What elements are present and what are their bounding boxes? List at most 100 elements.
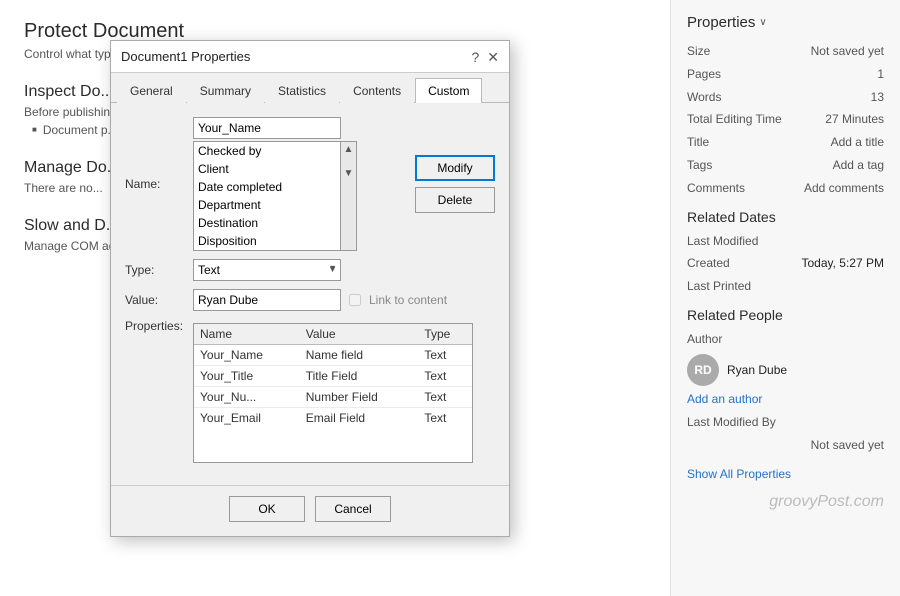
cell-value: Email Field — [300, 408, 419, 429]
listbox-scrollbar[interactable]: ▲ ▼ — [341, 141, 357, 251]
properties-title: Properties ∨ — [687, 14, 884, 31]
type-select-wrap: Text Date Number Yes or no ▼ — [193, 259, 341, 281]
last-modified-by-row: Last Modified By — [687, 414, 884, 431]
props-table: Name Value Type Your_NameName fieldTextY… — [194, 324, 472, 428]
col-header-name: Name — [194, 324, 300, 345]
list-item[interactable]: Checked by — [194, 142, 340, 160]
dialog: Document1 Properties ? ✕ General Summary… — [110, 40, 510, 537]
modify-button[interactable]: Modify — [415, 155, 495, 181]
property-label: Total Editing Time — [687, 111, 782, 128]
last-modified-by-value: Not saved yet — [687, 437, 884, 454]
related-dates-rows: Last Modified CreatedToday, 5:27 PM Last P… — [687, 233, 884, 295]
list-item[interactable]: Department — [194, 196, 340, 214]
property-row: CommentsAdd comments — [687, 180, 884, 197]
cell-name: Your_Nu... — [194, 387, 300, 408]
tab-summary[interactable]: Summary — [187, 78, 264, 103]
cell-type: Text — [418, 345, 472, 366]
property-row: Words13 — [687, 89, 884, 106]
table-row[interactable]: Your_TitleTitle FieldText — [194, 366, 472, 387]
dialog-body: Name: Checked by Client Date completed D… — [111, 103, 509, 485]
cell-type: Text — [418, 408, 472, 429]
property-label: Size — [687, 43, 767, 60]
cell-value: Title Field — [300, 366, 419, 387]
author-row: RD Ryan Dube — [687, 354, 884, 386]
type-select[interactable]: Text Date Number Yes or no — [193, 259, 341, 281]
property-value: 1 — [767, 66, 884, 83]
property-row: SizeNot saved yet — [687, 43, 884, 60]
tab-contents[interactable]: Contents — [340, 78, 414, 103]
tab-general[interactable]: General — [117, 78, 186, 103]
property-label: Pages — [687, 66, 767, 83]
show-all-properties-link[interactable]: Show All Properties — [687, 467, 884, 481]
table-row[interactable]: Your_EmailEmail FieldText — [194, 408, 472, 429]
scroll-down-icon[interactable]: ▼ — [344, 166, 354, 182]
property-value: 13 — [767, 89, 884, 106]
value-row: Value: Link to content — [125, 289, 495, 311]
last-modified-by-label: Last Modified By — [687, 414, 776, 431]
last-modified-by-value-row: Not saved yet — [687, 437, 884, 454]
property-value: Not saved yet — [767, 43, 884, 60]
table-row[interactable]: Your_NameName fieldText — [194, 345, 472, 366]
related-date-value — [772, 233, 884, 250]
property-row: Pages1 — [687, 66, 884, 83]
type-row: Type: Text Date Number Yes or no ▼ — [125, 259, 495, 281]
value-input[interactable] — [193, 289, 341, 311]
cell-type: Text — [418, 387, 472, 408]
table-row[interactable]: Your_Nu...Number FieldText — [194, 387, 472, 408]
author-label-row: Author — [687, 331, 884, 348]
author-name: Ryan Dube — [727, 363, 787, 377]
dialog-close-button[interactable]: ✕ — [487, 50, 499, 64]
cell-name: Your_Email — [194, 408, 300, 429]
cell-value: Number Field — [300, 387, 419, 408]
dialog-help-button[interactable]: ? — [471, 50, 479, 64]
related-date-label: Last Printed — [687, 278, 772, 295]
name-listbox-wrap: Checked by Client Date completed Departm… — [193, 141, 405, 251]
property-value: Add a tag — [767, 157, 884, 174]
list-item[interactable]: Date completed — [194, 178, 340, 196]
related-dates-title: Related Dates — [687, 209, 884, 225]
cell-name: Your_Title — [194, 366, 300, 387]
cell-name: Your_Name — [194, 345, 300, 366]
col-header-value: Value — [300, 324, 419, 345]
tab-statistics[interactable]: Statistics — [265, 78, 339, 103]
list-item[interactable]: Disposition — [194, 232, 340, 250]
property-label: Comments — [687, 180, 767, 197]
chevron-icon: ∨ — [759, 17, 766, 28]
related-date-row: Last Printed — [687, 278, 884, 295]
props-row: Properties: Name Value Type Your_NameNam… — [125, 319, 495, 463]
list-item[interactable]: Client — [194, 160, 340, 178]
list-item[interactable]: Destination — [194, 214, 340, 232]
link-to-content-checkbox[interactable] — [349, 294, 361, 306]
left-panel: Protect Document Control what types of c… — [0, 0, 670, 596]
properties-rows: SizeNot saved yetPages1Words13Total Edit… — [687, 43, 884, 197]
delete-button[interactable]: Delete — [415, 187, 495, 213]
add-author-link[interactable]: Add an author — [687, 392, 884, 406]
dialog-title-buttons: ? ✕ — [471, 50, 499, 64]
related-date-value — [772, 278, 884, 295]
name-row: Name: Checked by Client Date completed D… — [125, 117, 495, 251]
property-label: Title — [687, 134, 767, 151]
action-buttons: Modify Delete — [415, 155, 495, 213]
scroll-up-icon[interactable]: ▲ — [344, 142, 354, 158]
properties-title-text: Properties — [687, 14, 755, 31]
name-control-area: Checked by Client Date completed Departm… — [193, 117, 405, 251]
property-value: Add a title — [767, 134, 884, 151]
cell-type: Text — [418, 366, 472, 387]
dialog-titlebar: Document1 Properties ? ✕ — [111, 41, 509, 73]
tab-custom[interactable]: Custom — [415, 78, 482, 103]
property-row: Total Editing Time27 Minutes — [687, 111, 884, 128]
ok-button[interactable]: OK — [229, 496, 305, 522]
value-label: Value: — [125, 293, 193, 307]
related-date-row: CreatedToday, 5:27 PM — [687, 255, 884, 272]
dialog-tabs: General Summary Statistics Contents Cust… — [111, 73, 509, 103]
property-label: Words — [687, 89, 767, 106]
related-date-row: Last Modified — [687, 233, 884, 250]
value-input-area: Link to content — [193, 289, 447, 311]
property-row: TagsAdd a tag — [687, 157, 884, 174]
name-input[interactable] — [193, 117, 341, 139]
related-date-label: Last Modified — [687, 233, 772, 250]
name-listbox[interactable]: Checked by Client Date completed Departm… — [193, 141, 341, 251]
cell-value: Name field — [300, 345, 419, 366]
property-row: TitleAdd a title — [687, 134, 884, 151]
cancel-button[interactable]: Cancel — [315, 496, 391, 522]
